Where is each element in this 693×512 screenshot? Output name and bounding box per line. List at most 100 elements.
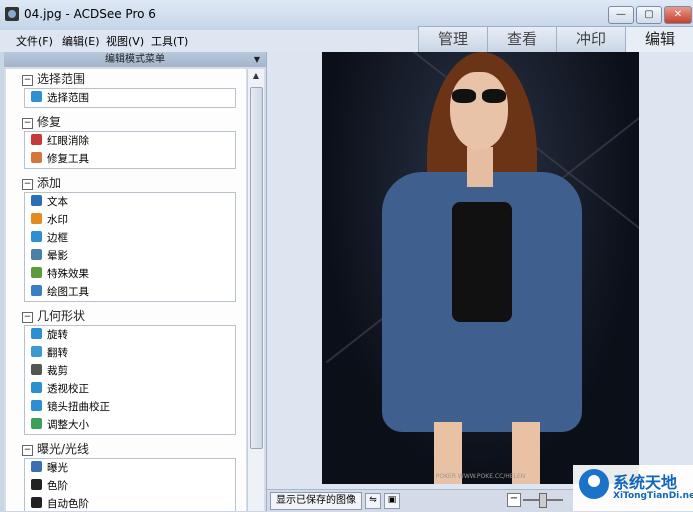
collapse-icon[interactable]: − xyxy=(22,179,33,190)
tool-label: 翻转 xyxy=(47,347,68,359)
text-icon xyxy=(31,195,42,206)
tool-item[interactable]: 修复工具 xyxy=(25,150,235,168)
tool-item[interactable]: 曝光 xyxy=(25,459,235,477)
vignette-icon xyxy=(31,249,42,260)
tool-item[interactable]: 镜头扭曲校正 xyxy=(25,398,235,416)
tool-item[interactable]: 选择范围 xyxy=(25,89,235,107)
menu-tools[interactable]: 工具(T) xyxy=(151,33,188,49)
panel-title: 编辑模式菜单 xyxy=(105,54,165,65)
tool-label: 透视校正 xyxy=(47,383,89,395)
tool-label: 曝光 xyxy=(47,462,68,474)
tool-item[interactable]: 红眼消除 xyxy=(25,132,235,150)
section-title: 修复 xyxy=(37,115,62,129)
tab-edit[interactable]: 编辑 xyxy=(625,26,693,53)
collapse-icon[interactable]: − xyxy=(22,312,33,323)
watermark-name: 系统天地 xyxy=(613,473,678,492)
site-logo-icon xyxy=(579,469,609,499)
lens-icon xyxy=(31,400,42,411)
tool-label: 调整大小 xyxy=(47,419,89,431)
section-header[interactable]: − 几何形状 xyxy=(22,308,85,324)
tool-label: 晕影 xyxy=(47,250,68,262)
tool-group: 选择范围 xyxy=(24,88,236,108)
scroll-thumb[interactable] xyxy=(250,87,263,449)
selection-icon xyxy=(31,91,42,102)
tool-item[interactable]: 透视校正 xyxy=(25,380,235,398)
tool-label: 自动色阶 xyxy=(47,498,89,510)
panel-header[interactable]: 编辑模式菜单 ▼ xyxy=(4,52,266,67)
photo-image: POKER WWW.POKE.CC/HELEN xyxy=(322,52,639,484)
tool-item[interactable]: 文本 xyxy=(25,193,235,211)
tool-group: 曝光色阶自动色阶 xyxy=(24,458,236,511)
zoom-slider-handle[interactable] xyxy=(539,493,547,508)
show-saved-image-button[interactable]: 显示已保存的图像 xyxy=(270,492,362,510)
tool-label: 旋转 xyxy=(47,329,68,341)
tab-view[interactable]: 查看 xyxy=(487,26,557,53)
watermark-url: XiTongTianDi.net xyxy=(613,491,693,501)
dropdown-arrow-icon[interactable]: ▼ xyxy=(254,52,260,67)
tool-group: 文本水印边框晕影特殊效果绘图工具 xyxy=(24,192,236,302)
edit-mode-panel: 编辑模式菜单 ▼ − 选择范围 选择范围 − 修复 红眼消除 修复工具 − 添加 文本 水印 边框 晕影… xyxy=(4,52,267,511)
tool-label: 裁剪 xyxy=(47,365,68,377)
section-title: 添加 xyxy=(37,176,62,190)
tab-develop[interactable]: 冲印 xyxy=(556,26,626,53)
section-title: 曝光/光线 xyxy=(37,442,90,456)
window-title: 04.jpg - ACDSee Pro 6 xyxy=(24,7,156,21)
tool-label: 红眼消除 xyxy=(47,135,89,147)
compare-icon[interactable]: ⇋ xyxy=(365,493,381,509)
minimize-button[interactable]: — xyxy=(608,6,634,24)
tool-item[interactable]: 水印 xyxy=(25,211,235,229)
tool-item[interactable]: 特殊效果 xyxy=(25,265,235,283)
tool-item[interactable]: 边框 xyxy=(25,229,235,247)
tool-label: 特殊效果 xyxy=(47,268,89,280)
perspective-icon xyxy=(31,382,42,393)
scroll-up-arrow-icon[interactable]: ▲ xyxy=(248,69,264,83)
close-button[interactable]: ✕ xyxy=(664,6,692,24)
collapse-icon[interactable]: − xyxy=(22,75,33,86)
tool-label: 绘图工具 xyxy=(47,286,89,298)
effects-icon xyxy=(31,267,42,278)
crop-icon xyxy=(31,364,42,375)
tool-item[interactable]: 绘图工具 xyxy=(25,283,235,301)
section-header[interactable]: − 修复 xyxy=(22,114,61,130)
site-watermark: 系统天地 XiTongTianDi.net xyxy=(573,465,693,511)
resize-icon xyxy=(31,418,42,429)
levels-icon xyxy=(31,479,42,490)
tool-item[interactable]: 色阶 xyxy=(25,477,235,495)
tool-item[interactable]: 裁剪 xyxy=(25,362,235,380)
tool-item[interactable]: 自动色阶 xyxy=(25,495,235,511)
tool-label: 修复工具 xyxy=(47,153,89,165)
tool-item[interactable]: 调整大小 xyxy=(25,416,235,434)
tool-label: 镜头扭曲校正 xyxy=(47,401,110,413)
section-title: 几何形状 xyxy=(37,309,86,323)
tool-item[interactable]: 翻转 xyxy=(25,344,235,362)
watermark-icon xyxy=(31,213,42,224)
eye-icon xyxy=(31,134,42,145)
tool-list: − 选择范围 选择范围 − 修复 红眼消除 修复工具 − 添加 文本 水印 边框 晕影 特殊效果 绘图工具 −… xyxy=(6,69,246,511)
tool-label: 水印 xyxy=(47,214,68,226)
app-icon xyxy=(5,7,19,21)
section-title: 选择范围 xyxy=(37,72,86,86)
section-header[interactable]: − 曝光/光线 xyxy=(22,441,89,457)
fit-icon[interactable]: ▣ xyxy=(384,493,400,509)
tool-label: 边框 xyxy=(47,232,68,244)
bandage-icon xyxy=(31,152,42,163)
panel-scrollbar[interactable]: ▲ xyxy=(247,69,264,511)
section-header[interactable]: − 添加 xyxy=(22,175,61,191)
collapse-icon[interactable]: − xyxy=(22,445,33,456)
menu-file[interactable]: 文件(F) xyxy=(16,33,53,49)
tool-item[interactable]: 晕影 xyxy=(25,247,235,265)
tool-label: 文本 xyxy=(47,196,68,208)
tab-manage[interactable]: 管理 xyxy=(418,26,488,53)
section-header[interactable]: − 选择范围 xyxy=(22,71,85,87)
menu-view[interactable]: 视图(V) xyxy=(106,33,144,49)
exposure-icon xyxy=(31,461,42,472)
collapse-icon[interactable]: − xyxy=(22,118,33,129)
zoom-out-button[interactable]: − xyxy=(507,493,521,507)
image-viewer: POKER WWW.POKE.CC/HELEN 显示已保存的图像 ⇋ ▣ − xyxy=(267,52,693,512)
tool-item[interactable]: 旋转 xyxy=(25,326,235,344)
border-icon xyxy=(31,231,42,242)
menu-edit[interactable]: 编辑(E) xyxy=(62,33,100,49)
tool-label: 选择范围 xyxy=(47,92,89,104)
maximize-button[interactable]: ▢ xyxy=(636,6,662,24)
tool-group: 红眼消除 修复工具 xyxy=(24,131,236,169)
